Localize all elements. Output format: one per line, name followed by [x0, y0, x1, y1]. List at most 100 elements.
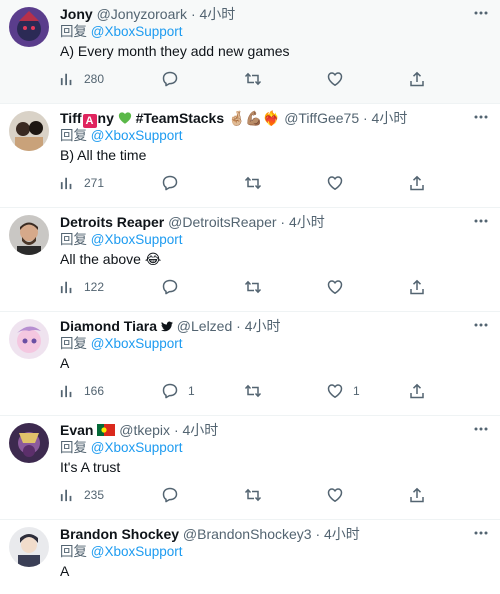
views-icon: [60, 488, 74, 502]
replying-to: 回复 @XboxSupport: [60, 335, 183, 353]
retweet-button[interactable]: [244, 382, 262, 400]
avatar[interactable]: [9, 527, 49, 567]
reply-to-handle[interactable]: @XboxSupport: [91, 232, 183, 247]
share-icon: [409, 175, 425, 191]
reply-label: 回复: [60, 232, 87, 247]
display-name[interactable]: Detroits Reaper: [60, 214, 164, 230]
reply-button[interactable]: [162, 486, 178, 504]
like-button[interactable]: [327, 174, 343, 192]
timestamp[interactable]: · 4小时: [174, 422, 218, 438]
retweet-button[interactable]: [244, 174, 262, 192]
avatar[interactable]: [9, 319, 49, 359]
tweet-text: A) Every month they add new games: [60, 43, 290, 59]
tweet-header: Diamond Tiara @Lelzed · 4小时: [60, 316, 460, 336]
display-name[interactable]: Evan: [60, 422, 93, 438]
reply-icon: [162, 487, 178, 503]
user-handle[interactable]: @TiffGee75: [284, 110, 359, 126]
tweet-item[interactable]: Tiff Any #TeamStacks 🤞🏼💪🏽❤️‍🔥 @TiffGee75 …: [0, 104, 500, 208]
display-name[interactable]: Brandon Shockey: [60, 526, 179, 542]
like-button[interactable]: [327, 278, 343, 296]
tweet-item[interactable]: Brandon Shockey @BrandonShockey3 · 4小时 回…: [0, 520, 500, 594]
reply-label: 回复: [60, 544, 87, 559]
retweet-button[interactable]: [244, 70, 262, 88]
views-icon: [60, 384, 74, 398]
share-button[interactable]: [409, 278, 425, 296]
bird-icon: [160, 321, 173, 332]
views-icon: [60, 72, 74, 86]
action-bar: 166 1 1: [60, 382, 440, 400]
tweet-item[interactable]: Jony @Jonyzoroark · 4小时 回复 @XboxSupport …: [0, 0, 500, 104]
more-options-icon[interactable]: [474, 530, 488, 536]
retweet-icon: [244, 175, 262, 191]
avatar[interactable]: [9, 215, 49, 255]
tweet-header: Jony @Jonyzoroark · 4小时: [60, 4, 460, 24]
avatar[interactable]: [9, 111, 49, 151]
like-button[interactable]: 1: [327, 382, 360, 400]
reply-button[interactable]: [162, 70, 178, 88]
reply-button[interactable]: [162, 278, 178, 296]
views-button[interactable]: 271: [60, 174, 104, 192]
reply-label: 回复: [60, 128, 87, 143]
retweet-button[interactable]: [244, 486, 262, 504]
timestamp[interactable]: · 4小时: [191, 6, 235, 22]
reply-feed: Jony @Jonyzoroark · 4小时 回复 @XboxSupport …: [0, 0, 500, 594]
timestamp[interactable]: · 4小时: [315, 526, 359, 542]
reply-to-handle[interactable]: @XboxSupport: [91, 544, 183, 559]
avatar[interactable]: [9, 7, 49, 47]
tweet-text: A: [60, 563, 70, 579]
tweet-item[interactable]: Evan @tkepix · 4小时 回复 @XboxSupport It's …: [0, 416, 500, 520]
tweet-item[interactable]: Detroits Reaper @DetroitsReaper · 4小时 回复…: [0, 208, 500, 312]
reply-icon: [162, 279, 178, 295]
tweet-item[interactable]: Diamond Tiara @Lelzed · 4小时 回复 @XboxSupp…: [0, 312, 500, 416]
action-bar: 280: [60, 70, 440, 88]
more-options-icon[interactable]: [474, 426, 488, 432]
avatar[interactable]: [9, 423, 49, 463]
user-handle[interactable]: @DetroitsReaper: [168, 214, 276, 230]
more-options-icon[interactable]: [474, 10, 488, 16]
reply-to-handle[interactable]: @XboxSupport: [91, 128, 183, 143]
user-handle[interactable]: @Lelzed: [177, 318, 232, 334]
share-button[interactable]: [409, 382, 425, 400]
more-options-icon[interactable]: [474, 114, 488, 120]
views-button[interactable]: 166: [60, 382, 104, 400]
green-heart-icon: [118, 112, 131, 124]
name-part: ny: [97, 110, 114, 126]
views-button[interactable]: 122: [60, 278, 104, 296]
reply-to-handle[interactable]: @XboxSupport: [91, 336, 183, 351]
reply-label: 回复: [60, 440, 87, 455]
timestamp[interactable]: · 4小时: [236, 318, 280, 334]
reply-count: 1: [188, 384, 195, 398]
user-handle[interactable]: @Jonyzoroark: [97, 6, 187, 22]
display-name[interactable]: Diamond Tiara: [60, 318, 157, 334]
more-options-icon[interactable]: [474, 322, 488, 328]
timestamp[interactable]: · 4小时: [280, 214, 324, 230]
replying-to: 回复 @XboxSupport: [60, 23, 183, 41]
tweet-text: All the above 😂: [60, 251, 162, 267]
replying-to: 回复 @XboxSupport: [60, 543, 183, 561]
views-button[interactable]: 280: [60, 70, 104, 88]
user-handle[interactable]: @tkepix: [119, 422, 170, 438]
like-button[interactable]: [327, 70, 343, 88]
views-count: 122: [84, 280, 105, 294]
views-count: 271: [84, 176, 105, 190]
like-button[interactable]: [327, 486, 343, 504]
replying-to: 回复 @XboxSupport: [60, 127, 183, 145]
views-button[interactable]: 235: [60, 486, 104, 504]
reply-label: 回复: [60, 24, 87, 39]
display-name[interactable]: Jony: [60, 6, 93, 22]
retweet-button[interactable]: [244, 278, 262, 296]
user-handle[interactable]: @BrandonShockey3: [183, 526, 312, 542]
more-options-icon[interactable]: [474, 218, 488, 224]
reply-button[interactable]: [162, 174, 178, 192]
share-button[interactable]: [409, 174, 425, 192]
timestamp[interactable]: · 4小时: [363, 110, 407, 126]
reply-button[interactable]: 1: [162, 382, 195, 400]
name-badge: A: [82, 114, 97, 128]
reply-to-handle[interactable]: @XboxSupport: [91, 440, 183, 455]
views-count: 166: [84, 384, 105, 398]
share-button[interactable]: [409, 70, 425, 88]
display-name[interactable]: Tiff Any #TeamStacks 🤞🏼💪🏽❤️‍🔥: [60, 110, 280, 128]
reply-icon: [162, 71, 178, 87]
reply-to-handle[interactable]: @XboxSupport: [91, 24, 183, 39]
share-button[interactable]: [409, 486, 425, 504]
